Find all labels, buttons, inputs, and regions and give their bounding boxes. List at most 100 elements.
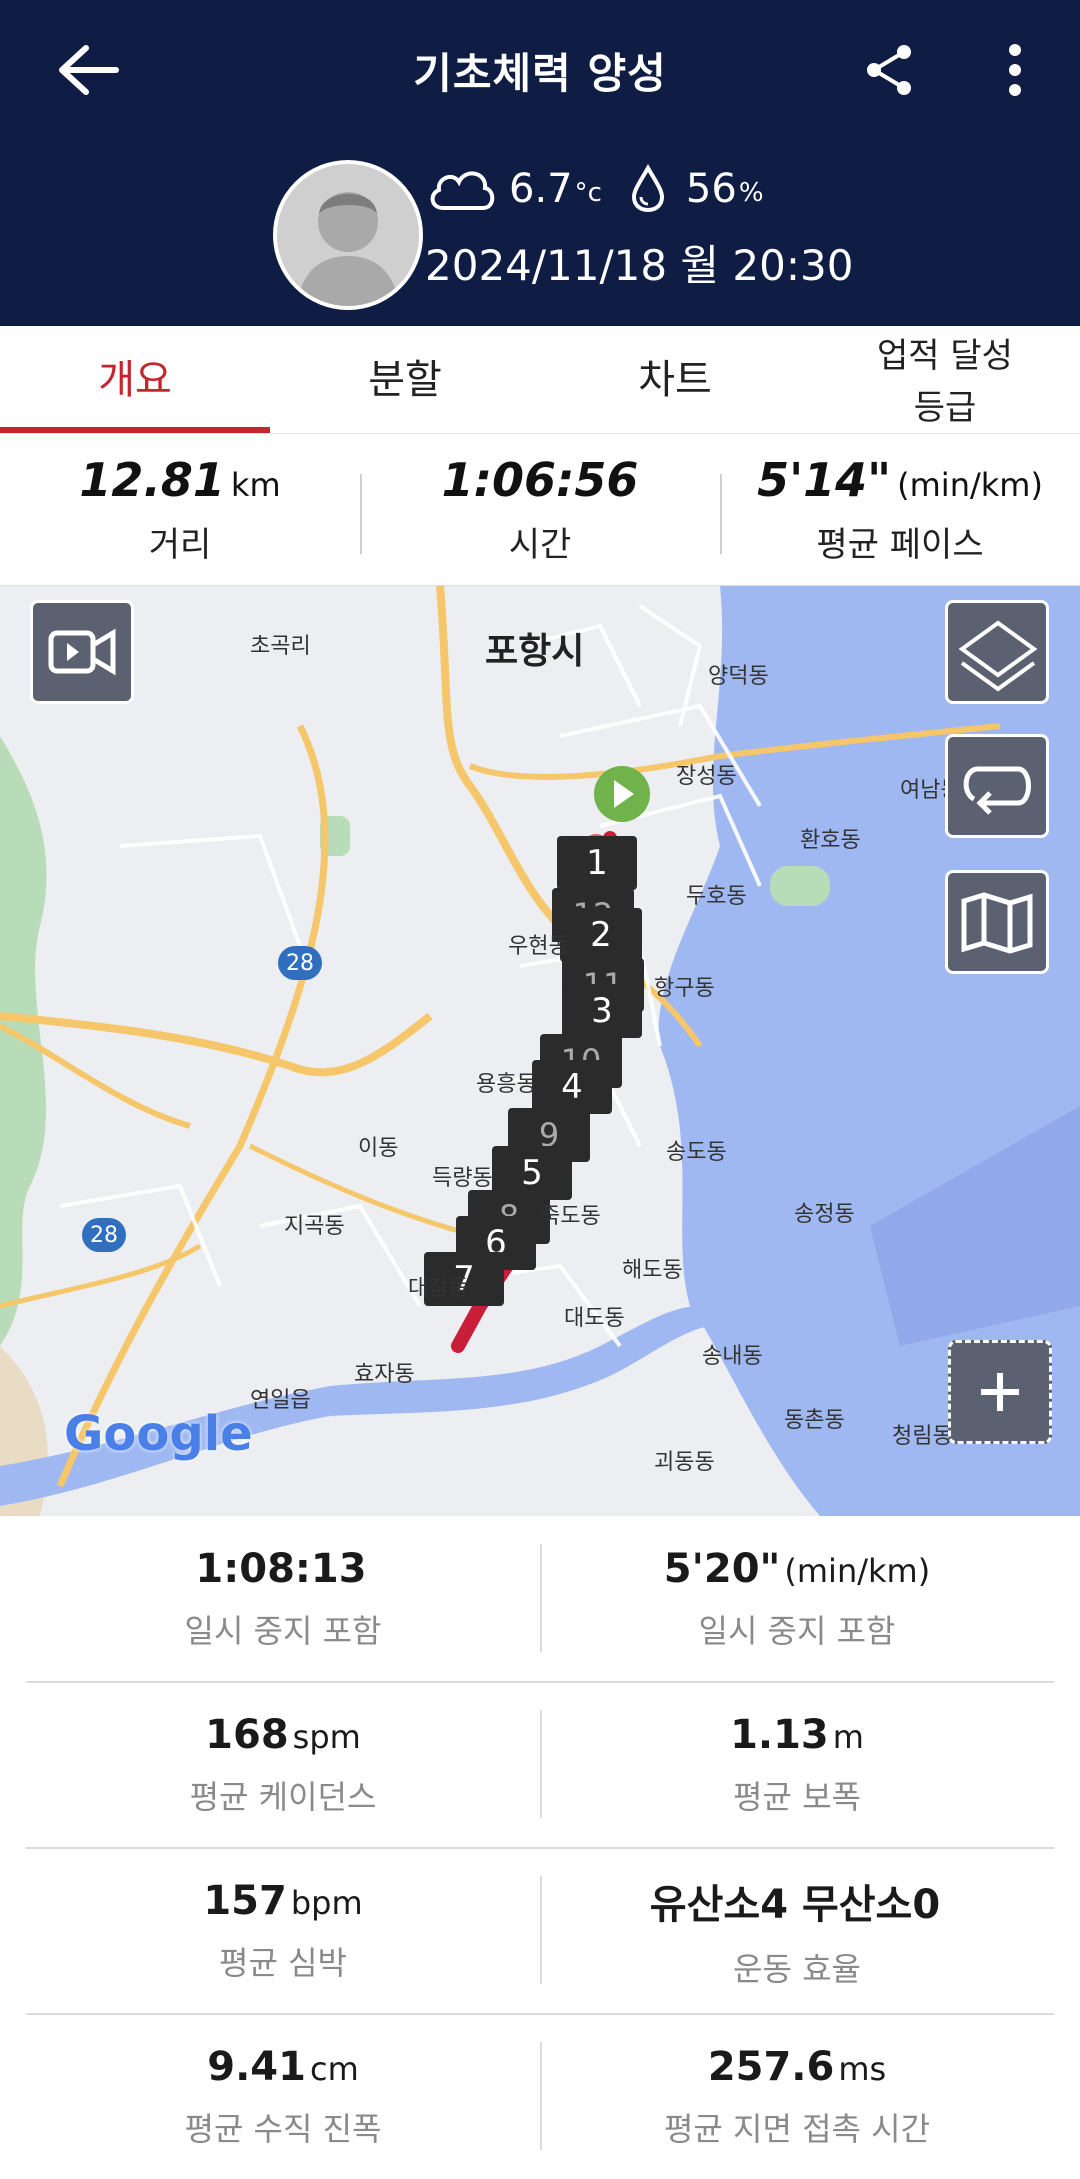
place-label: 연일읍	[250, 1388, 311, 1413]
split-marker-1[interactable]: 1	[557, 836, 637, 890]
place-label: 괴동동	[654, 1450, 715, 1475]
route-map[interactable]: 1 12 2 11 3 10 4 9 5 8 6 7 포항시 초곡리 양덕동 장…	[0, 586, 1080, 1516]
stat-value-row: 유산소4 무산소0	[650, 1872, 944, 1930]
time-label: 시간	[508, 525, 572, 565]
summary-strip: 12.81 km 거리 1:06:56 시간 5'14" (min/km) 평균 페…	[0, 434, 1080, 586]
pace-value: 5'14"	[757, 453, 892, 507]
user-silhouette-icon	[277, 164, 419, 306]
place-label: 청림동	[892, 1424, 953, 1449]
stat-unit: cm	[309, 2049, 359, 2088]
google-logo-text: Google	[64, 1406, 253, 1462]
place-label: 송내동	[702, 1344, 763, 1369]
distance-value: 12.81	[79, 453, 225, 507]
temperature-value: 6.7	[509, 166, 573, 212]
city-label: 포항시	[485, 631, 585, 672]
humidity-value: 56	[685, 166, 737, 212]
stat-value: 1.13	[730, 1711, 829, 1758]
distance-value-row: 12.81 km	[79, 453, 280, 507]
stat-value: 1:08:13	[195, 1545, 367, 1592]
stat-cell-pace-incl-pause: 5'20" (min/km) 일시 중지 포함	[540, 1516, 1054, 1681]
route-loop-button[interactable]	[945, 734, 1049, 838]
stat-label: 운동 효율	[733, 1949, 861, 1988]
distance-unit: km	[230, 466, 281, 504]
stats-row: 9.41 cm 평균 수직 진폭 257.6 ms 평균 지면 접촉 시간	[26, 2014, 1054, 2179]
pace-summary: 5'14" (min/km) 평균 페이스	[720, 434, 1080, 585]
stat-value-row: 157 bpm	[203, 1878, 362, 1924]
stat-label: 일시 중지 포함	[184, 1611, 382, 1650]
stat-unit: m	[832, 1717, 864, 1756]
place-label: 우현동	[508, 934, 569, 959]
tab-splits-label: 분할	[368, 356, 442, 403]
activity-header: 기초체력 양성 6.7 °c 56 % 2024/11/18 월 20:30	[0, 0, 1080, 326]
avatar[interactable]	[273, 160, 423, 310]
place-label: 환호동	[800, 828, 861, 853]
stat-value-row: 1.13 m	[730, 1712, 864, 1758]
stats-row: 168 spm 평균 케이던스 1.13 m 평균 보폭	[26, 1682, 1054, 1847]
place-label: 죽도동	[540, 1204, 601, 1229]
cloud-icon	[430, 171, 495, 210]
stat-unit: (min/km)	[784, 1551, 931, 1590]
tab-overview-label: 개요	[98, 356, 172, 403]
google-logo: Google	[64, 1406, 253, 1462]
stat-cell-stride: 1.13 m 평균 보폭	[540, 1682, 1054, 1847]
place-label: 득량동	[432, 1166, 493, 1191]
place-label: 용흥동	[476, 1072, 537, 1097]
pace-label: 평균 페이스	[816, 525, 984, 565]
split-marker-2[interactable]: 2	[560, 908, 642, 962]
tab-achievements-label: 업적 달성	[877, 335, 1013, 376]
stat-cell-time-incl-pause: 1:08:13 일시 중지 포함	[26, 1516, 540, 1681]
place-label: 이동	[358, 1136, 399, 1161]
stat-unit: bpm	[290, 1883, 363, 1922]
stat-value-row: 9.41 cm	[207, 2044, 358, 2090]
tab-bar: 개요 분할 차트 업적 달성등급	[0, 326, 1080, 434]
stat-unit: ms	[838, 2049, 887, 2088]
place-label: 효자동	[354, 1362, 415, 1387]
stat-cell-training-effect: 유산소4 무산소0 운동 효율	[540, 1848, 1054, 2013]
tab-splits[interactable]: 분할	[270, 326, 540, 433]
video-replay-button[interactable]	[30, 600, 134, 704]
tab-achievements[interactable]: 업적 달성등급	[810, 326, 1080, 433]
stats-row: 157 bpm 평균 심박 유산소4 무산소0 운동 효율	[26, 1848, 1054, 2013]
tab-chart-label: 차트	[638, 356, 712, 403]
stat-value-row: 5'20" (min/km)	[664, 1546, 930, 1592]
stats-row: 1:08:13 일시 중지 포함 5'20" (min/km) 일시 중지 포함	[26, 1516, 1054, 1681]
stat-value: 유산소4 무산소0	[649, 1881, 941, 1928]
tab-chart[interactable]: 차트	[540, 326, 810, 433]
stat-value-row: 168 spm	[205, 1712, 361, 1758]
split-marker-4[interactable]: 4	[532, 1060, 612, 1114]
stat-cell-cadence: 168 spm 평균 케이던스	[26, 1682, 540, 1847]
split-marker-3[interactable]: 3	[562, 984, 642, 1038]
stat-label: 평균 보폭	[733, 1777, 861, 1816]
map-type-button[interactable]	[945, 870, 1049, 974]
stat-value: 257.6	[707, 2043, 835, 2090]
stat-value: 9.41	[207, 2043, 306, 2090]
plus-icon	[981, 1373, 1019, 1411]
activity-datetime: 2024/11/18 월 20:30	[425, 241, 854, 290]
video-camera-icon	[48, 628, 116, 676]
tab-achievements-label2: 등급	[913, 387, 977, 428]
distance-summary: 12.81 km 거리	[0, 434, 360, 585]
place-label: 송정동	[794, 1202, 855, 1227]
place-label: 장성동	[676, 764, 737, 789]
pace-unit: (min/km)	[897, 466, 1043, 504]
stat-label: 평균 수직 진폭	[184, 2109, 382, 2148]
place-label: 대잠동	[408, 1276, 469, 1301]
folded-map-icon	[961, 892, 1033, 954]
zoom-in-button[interactable]	[948, 1340, 1052, 1444]
humidity-unit: %	[738, 178, 764, 208]
stat-value: 157	[203, 1877, 287, 1924]
place-label: 양덕동	[708, 664, 769, 689]
place-label: 초곡리	[250, 634, 311, 659]
place-label: 해도동	[622, 1258, 683, 1283]
stat-value: 168	[205, 1711, 289, 1758]
place-label: 동촌동	[784, 1408, 845, 1433]
stat-value: 5'20"	[663, 1545, 781, 1592]
weather-info: 6.7 °c 56 %	[425, 162, 764, 216]
more-options-icon[interactable]	[995, 40, 1035, 100]
map-layers-button[interactable]	[945, 600, 1049, 704]
road-badge: 28	[82, 1218, 126, 1252]
share-icon[interactable]	[860, 40, 920, 100]
stat-label: 평균 지면 접촉 시간	[663, 2109, 931, 2148]
tab-overview[interactable]: 개요	[0, 326, 270, 433]
stat-value-row: 257.6 ms	[708, 2044, 886, 2090]
